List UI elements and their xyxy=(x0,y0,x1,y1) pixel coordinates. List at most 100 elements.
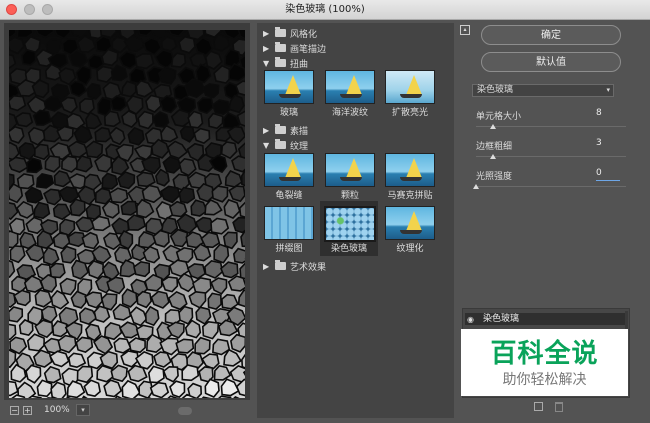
slider-handle[interactable] xyxy=(489,154,496,159)
glass-cell xyxy=(151,30,168,40)
glass-cell xyxy=(67,140,89,159)
glass-cell xyxy=(128,337,146,354)
glass-cell xyxy=(108,126,126,146)
glass-cell xyxy=(220,378,240,397)
glass-cell xyxy=(227,275,245,292)
glass-cell xyxy=(149,381,170,398)
glass-cell xyxy=(36,379,53,398)
glass-cell xyxy=(93,305,111,323)
glass-cell xyxy=(137,231,157,249)
zoom-dropdown[interactable]: ▾ xyxy=(76,404,90,416)
folder-icon xyxy=(275,260,286,270)
glass-cell xyxy=(153,351,172,368)
zoom-in-button[interactable]: + xyxy=(23,406,32,415)
glass-cell xyxy=(223,198,241,219)
param-border-thickness: 边框粗细 3 xyxy=(472,138,628,167)
glass-cell xyxy=(76,35,97,53)
glass-cell xyxy=(42,246,60,266)
filter-thumb-texturizer[interactable]: 纹理化 xyxy=(381,201,439,256)
glass-cell xyxy=(91,245,112,264)
slider-handle[interactable] xyxy=(473,184,479,189)
filter-thumb-patchwork[interactable]: 拼缀图 xyxy=(260,201,318,256)
glass-cell xyxy=(141,156,161,175)
light-intensity-input[interactable]: 0 xyxy=(596,168,620,181)
slider-track[interactable] xyxy=(476,156,626,157)
filter-preview-thumbnail xyxy=(264,70,314,104)
cell-size-input[interactable]: 8 xyxy=(596,108,620,120)
glass-cell xyxy=(213,64,232,84)
preview-image[interactable] xyxy=(9,30,245,398)
glass-cell xyxy=(160,185,181,204)
glass-cell xyxy=(213,243,230,264)
glass-cell xyxy=(9,30,18,38)
glass-cell xyxy=(147,365,165,384)
glass-cell xyxy=(86,82,102,100)
close-window-button[interactable] xyxy=(6,4,17,15)
filter-thumb-stained-glass[interactable]: 染色玻璃 xyxy=(320,201,378,256)
glass-cell xyxy=(59,96,78,114)
filter-thumb-grain[interactable]: 颗粒 xyxy=(321,148,379,203)
preview-scroll-handle[interactable] xyxy=(178,407,192,415)
glass-cell xyxy=(9,202,19,221)
glass-cell xyxy=(133,261,150,278)
effect-layer-item[interactable]: ◉ 染色玻璃 xyxy=(465,313,625,325)
glass-cell xyxy=(137,110,154,130)
glass-cell xyxy=(21,48,37,66)
glass-cell xyxy=(120,200,138,216)
glass-cell xyxy=(187,110,204,129)
folder-icon xyxy=(275,27,286,37)
glass-cell xyxy=(112,303,132,321)
chevron-down-icon: ▾ xyxy=(606,86,610,94)
minimize-window-button[interactable] xyxy=(24,4,35,15)
glass-cell xyxy=(221,293,239,310)
glass-cell xyxy=(9,323,17,341)
glass-cell xyxy=(78,307,98,325)
category-stylize[interactable]: ▶ 风格化 xyxy=(257,26,454,41)
glass-cell xyxy=(178,36,196,54)
glass-cell xyxy=(14,112,34,128)
glass-cell xyxy=(121,379,141,398)
glass-cell xyxy=(85,140,104,159)
maximize-window-button[interactable] xyxy=(42,4,53,15)
glass-cell xyxy=(170,52,187,68)
glass-cell xyxy=(75,155,93,173)
glass-cell xyxy=(160,36,178,52)
glass-cell xyxy=(103,379,123,398)
collapse-gallery-icon[interactable]: ▴ xyxy=(460,25,470,35)
glass-cell xyxy=(103,110,121,128)
category-artistic[interactable]: ▶ 艺术效果 xyxy=(257,259,454,274)
slider-track[interactable] xyxy=(476,186,626,187)
eye-icon[interactable]: ◉ xyxy=(467,314,474,326)
filter-thumb-diffuse-glow[interactable]: 扩散亮光 xyxy=(381,65,439,120)
category-sketch[interactable]: ▶ 素描 xyxy=(257,123,454,138)
glass-cell xyxy=(102,232,122,251)
glass-cell xyxy=(207,292,222,310)
slider-handle[interactable] xyxy=(489,124,496,129)
ok-button[interactable]: 确定 xyxy=(481,25,621,45)
expand-arrow-icon: ▶ xyxy=(263,262,270,271)
category-brush-strokes[interactable]: ▶ 画笔描边 xyxy=(257,41,454,56)
glass-cell xyxy=(87,260,104,280)
glass-cell xyxy=(194,336,211,355)
glass-cell xyxy=(193,127,211,145)
glass-cell xyxy=(118,229,134,250)
filter-preview-thumbnail xyxy=(325,70,375,104)
glass-cell xyxy=(162,365,179,383)
filter-thumb-mosaic-tiles[interactable]: 马赛克拼贴 xyxy=(381,148,439,203)
filter-thumb-glass[interactable]: 玻璃 xyxy=(260,65,318,120)
new-effect-layer-icon[interactable] xyxy=(534,402,543,411)
glass-cell xyxy=(136,198,155,219)
glass-cell xyxy=(230,333,245,353)
filter-preview-thumbnail xyxy=(385,70,435,104)
slider-track[interactable] xyxy=(476,126,626,127)
glass-cell xyxy=(220,261,239,279)
filter-thumb-ocean-ripple[interactable]: 海洋波纹 xyxy=(321,65,379,120)
trash-icon[interactable] xyxy=(555,402,563,412)
glass-cell xyxy=(58,67,77,86)
filter-thumb-craquelure[interactable]: 龟裂缝 xyxy=(260,148,318,203)
glass-cell xyxy=(26,333,45,352)
border-thickness-input[interactable]: 3 xyxy=(596,138,620,150)
zoom-out-button[interactable]: − xyxy=(10,406,19,415)
filter-select[interactable]: 染色玻璃 ▾ xyxy=(472,84,614,97)
default-button[interactable]: 默认值 xyxy=(481,52,621,72)
